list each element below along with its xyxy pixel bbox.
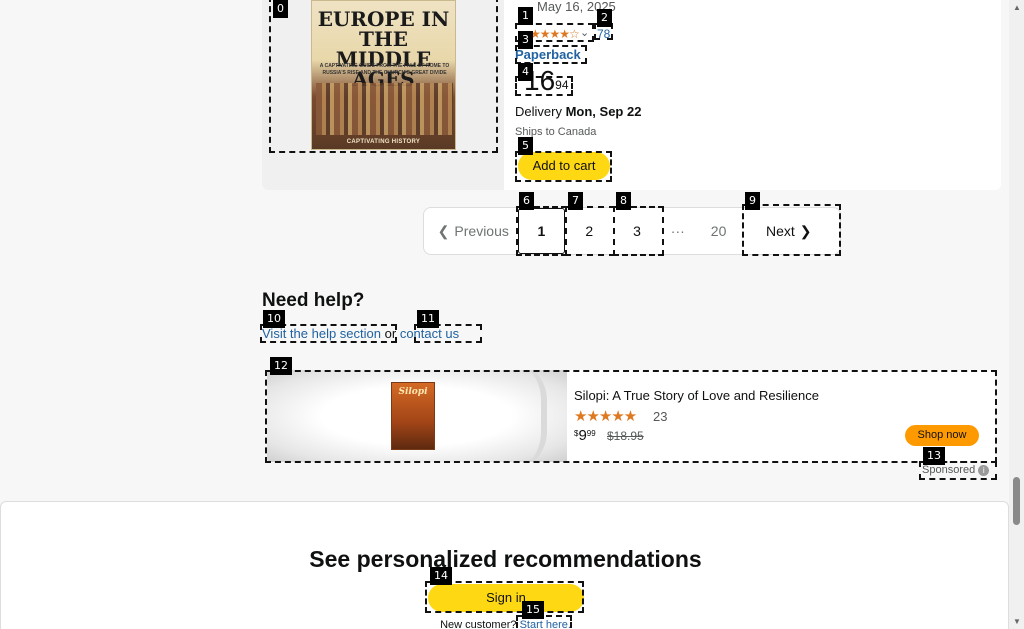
page-2[interactable]: 2 (565, 208, 613, 254)
pagination: ❮ Previous 1 2 3 ··· 20 Next ❯ (423, 207, 841, 255)
sponsored-price-whole: 9 (578, 427, 587, 444)
sponsored-was-price: $18.95 (607, 429, 644, 443)
banner-swoosh (507, 370, 547, 462)
help-or-text: or (384, 326, 397, 341)
delivery-info: Delivery Mon, Sep 22 (515, 104, 641, 119)
shop-now-button[interactable]: Shop now (905, 425, 979, 446)
new-customer-line: New customer? Start here. (1, 619, 1010, 629)
sponsored-tag-label: Sponsored (922, 464, 976, 476)
page-1[interactable]: 1 (517, 208, 566, 254)
help-heading: Need help? (262, 290, 365, 311)
chevron-right-icon: ❯ (799, 222, 812, 239)
page-3[interactable]: 3 (613, 208, 661, 254)
recommendations-panel: See personalized recommendations Sign in… (0, 501, 1009, 629)
sponsored-book-image[interactable]: Silopi (391, 382, 435, 450)
sponsored-rating-count: 23 (653, 409, 668, 424)
product-card: EUROPE IN THE MIDDLE AGES A CAPTIVATING … (262, 0, 1001, 190)
start-here-link[interactable]: Start here. (520, 619, 571, 629)
book-cover-subtitle: A CAPTIVATING GUIDE FROM THE FALL OF ROM… (319, 63, 450, 76)
publication-date: May 16, 2025 (537, 0, 616, 14)
sign-in-button[interactable]: Sign in (428, 584, 584, 612)
format-link[interactable]: Paperback (515, 47, 581, 62)
delivery-date: Mon, Sep 22 (565, 104, 642, 119)
scroll-thumb[interactable] (1013, 477, 1020, 525)
new-customer-text: New customer? (440, 619, 517, 629)
book-cover-title: EUROPE IN THE MIDDLE AGES (317, 7, 450, 91)
chevron-left-icon: ❮ (437, 222, 450, 239)
help-section-link[interactable]: Visit the help section (262, 326, 381, 341)
ships-to: Ships to Canada (515, 126, 597, 138)
recommendations-title: See personalized recommendations (309, 546, 702, 572)
scroll-up-icon[interactable]: ▲ (1013, 3, 1021, 12)
next-label: Next (765, 223, 795, 239)
rating-stars[interactable]: ★★★★☆ (530, 27, 580, 41)
page-last: 20 (710, 223, 727, 239)
previous-page-button: ❮ Previous (424, 208, 518, 254)
rating-count-link[interactable]: 78 (597, 27, 610, 41)
book-cover-image[interactable]: EUROPE IN THE MIDDLE AGES A CAPTIVATING … (311, 0, 456, 150)
price-fraction: 94 (555, 78, 569, 92)
sponsored-tag[interactable]: Sponsored i (922, 464, 990, 476)
add-to-cart-button[interactable]: Add to cart (518, 152, 610, 180)
pagination-ellipsis: ··· (670, 223, 685, 239)
scroll-down-icon[interactable]: ▼ (1013, 617, 1021, 626)
vertical-scrollbar[interactable]: ▲ ▼ (1009, 0, 1024, 629)
sponsored-price-fraction: 99 (586, 429, 596, 438)
price[interactable]: 1694 (524, 66, 569, 96)
page: EUROPE IN THE MIDDLE AGES A CAPTIVATING … (0, 0, 1024, 629)
product-image-container[interactable]: EUROPE IN THE MIDDLE AGES A CAPTIVATING … (262, 0, 504, 190)
book-cover-publisher: CAPTIVATING HISTORY (346, 139, 421, 145)
sponsored-rating-stars: ★★★★★ (574, 408, 637, 425)
book-cover-art (316, 83, 453, 135)
sponsored-book-cover-text: Silopi (398, 387, 428, 397)
info-icon: i (978, 464, 990, 476)
sponsored-banner[interactable]: Silopi Silopi: A True Story of Love and … (267, 370, 995, 462)
price-whole: 16 (524, 65, 556, 96)
next-page-button[interactable]: Next ❯ (742, 208, 840, 254)
sponsored-title[interactable]: Silopi: A True Story of Love and Resilie… (574, 388, 819, 403)
sponsored-price: $999 (574, 427, 596, 444)
help-links: Visit the help section or contact us (262, 326, 459, 341)
chevron-down-icon[interactable]: ⌄ (580, 26, 589, 39)
delivery-label: Delivery (515, 104, 562, 119)
sponsored-currency: $ (574, 429, 579, 438)
previous-label: Previous (454, 223, 509, 239)
contact-us-link[interactable]: contact us (400, 326, 459, 341)
